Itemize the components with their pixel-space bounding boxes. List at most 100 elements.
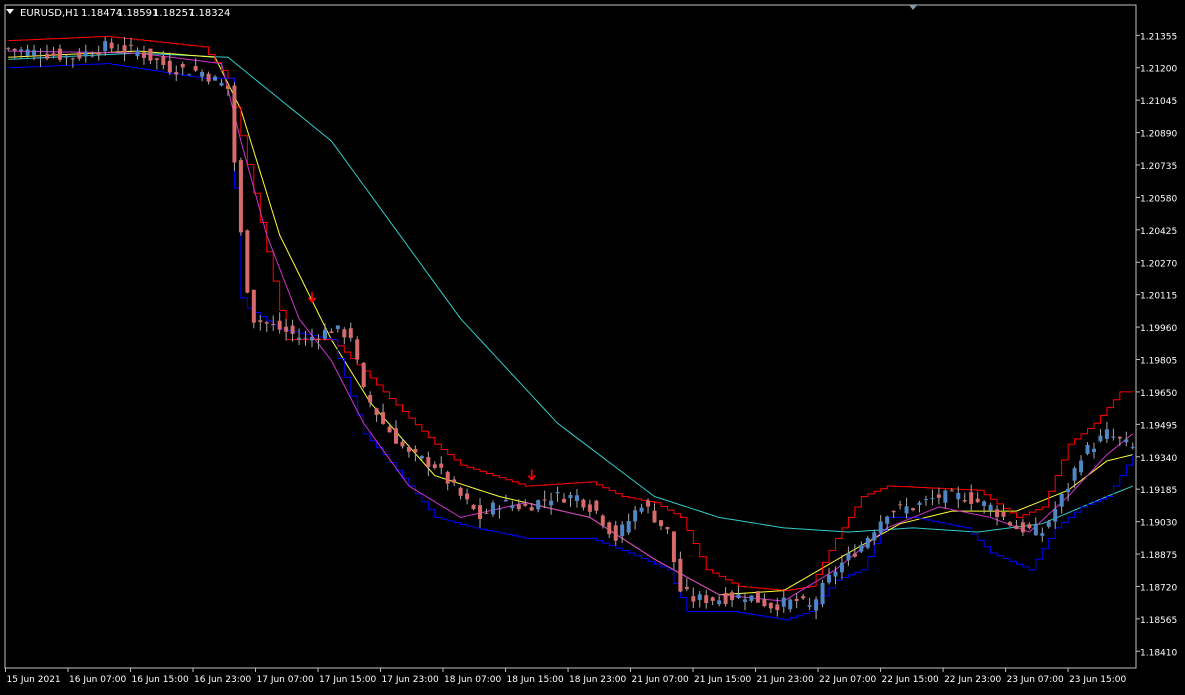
candle-bear	[691, 596, 696, 602]
candle-bear	[671, 531, 676, 563]
candle-bull	[497, 508, 502, 510]
candle-bull	[988, 504, 993, 511]
candle-bear	[193, 66, 198, 71]
ma-slow-line	[8, 52, 1133, 533]
price-tick-label: 1.19650	[1140, 389, 1177, 399]
candle-bear	[678, 558, 683, 592]
candle-bear	[206, 73, 211, 82]
candle-bear	[969, 492, 974, 504]
candle-bull	[633, 510, 638, 522]
candle-bear	[174, 72, 179, 75]
candle-bear	[432, 464, 437, 468]
candle-bear	[730, 592, 735, 601]
candle-bull	[200, 72, 205, 77]
candle-bear	[581, 499, 586, 508]
candle-bull	[956, 492, 961, 500]
candle-bull	[1085, 444, 1090, 454]
price-tick-label: 1.18410	[1140, 648, 1177, 658]
candle-bear	[949, 490, 954, 492]
candle-bull	[742, 599, 748, 602]
indicator-lines	[8, 35, 1134, 621]
candle-bear	[665, 526, 670, 530]
candle-bear	[516, 504, 521, 510]
candle-bull	[1098, 435, 1103, 442]
candle-bull	[872, 532, 877, 541]
candle-bear	[232, 85, 237, 163]
candlestick-series	[6, 36, 1135, 620]
price-chart[interactable]: 1.21355 1.21200 1.21045 1.20890 1.20735 1.205…	[0, 0, 1185, 691]
signal-arrows	[307, 291, 536, 481]
time-tick-label: 21 Jun 15:00	[694, 675, 751, 685]
candle-bull	[923, 499, 928, 501]
candle-bear	[1014, 525, 1019, 530]
candle-bull	[490, 502, 495, 515]
candle-bear	[387, 426, 392, 433]
candle-bear	[607, 522, 612, 535]
candle-bear	[116, 50, 121, 52]
time-tick-label: 15 Jun 2021	[7, 675, 61, 685]
candle-bear	[484, 512, 489, 514]
candle-bear	[225, 85, 230, 89]
chart-menu-triangle-icon[interactable]	[6, 9, 14, 14]
candle-bear	[141, 52, 146, 58]
candle-bull	[135, 50, 140, 57]
candle-bear	[374, 408, 379, 415]
candle-bull	[814, 599, 819, 611]
candle-bull	[503, 499, 508, 502]
candle-bull	[865, 537, 870, 548]
candle-bear	[426, 457, 431, 468]
candle-bear	[109, 42, 114, 49]
candle-bull	[846, 552, 851, 561]
candle-bear	[523, 503, 528, 506]
candle-bear	[1001, 511, 1006, 517]
time-tick-label: 16 Jun 23:00	[194, 675, 251, 685]
candle-bull	[335, 325, 340, 329]
candle-bear	[652, 510, 657, 523]
candle-bear	[355, 339, 360, 360]
candle-bull	[574, 495, 579, 501]
candle-bear	[406, 446, 411, 452]
candle-bull	[187, 74, 192, 76]
candle-bear	[710, 597, 715, 601]
candle-bear	[238, 160, 243, 233]
candle-bear	[277, 320, 282, 330]
price-tick-label: 1.21045	[1140, 97, 1177, 107]
time-tick-label: 16 Jun 15:00	[132, 675, 189, 685]
candle-bear	[600, 515, 605, 526]
time-tick-label: 23 Jun 15:00	[1069, 675, 1126, 685]
candle-bull	[1124, 439, 1129, 443]
candle-bull	[859, 544, 864, 552]
candle-bear	[458, 487, 463, 496]
candle-bear	[264, 322, 269, 324]
candle-bull	[64, 55, 69, 58]
sell-arrow-icon	[527, 469, 536, 481]
candle-bull	[839, 562, 844, 573]
price-tick-label: 1.18565	[1140, 616, 1177, 626]
chart-window[interactable]: 1.21355 1.21200 1.21045 1.20890 1.20735 1.205…	[0, 0, 1185, 691]
candle-bear	[975, 498, 980, 503]
candle-bear	[529, 507, 534, 511]
candle-bear	[400, 441, 405, 447]
candle-bear	[129, 44, 134, 46]
plot-frame	[4, 4, 1137, 669]
candle-bull	[833, 571, 838, 577]
candle-bull	[781, 597, 786, 607]
candle-bear	[613, 525, 618, 541]
candle-bear	[587, 504, 592, 512]
candle-bear	[413, 449, 418, 453]
candle-bull	[83, 51, 88, 57]
candle-bull	[697, 594, 702, 601]
candle-bear	[12, 48, 17, 51]
candle-bull	[1053, 508, 1058, 522]
price-tick-label: 1.19805	[1140, 357, 1177, 367]
candle-bear	[465, 493, 470, 500]
candle-bear	[148, 48, 153, 61]
channel-lower-line	[8, 63, 1134, 621]
candle-bull	[1066, 488, 1071, 493]
candle-bear	[381, 412, 386, 424]
candle-bull	[309, 336, 314, 341]
candle-bull	[219, 82, 224, 86]
time-tick-label: 18 Jun 23:00	[569, 675, 626, 685]
chart-shift-marker-icon[interactable]	[909, 5, 918, 10]
candle-bull	[19, 49, 24, 51]
